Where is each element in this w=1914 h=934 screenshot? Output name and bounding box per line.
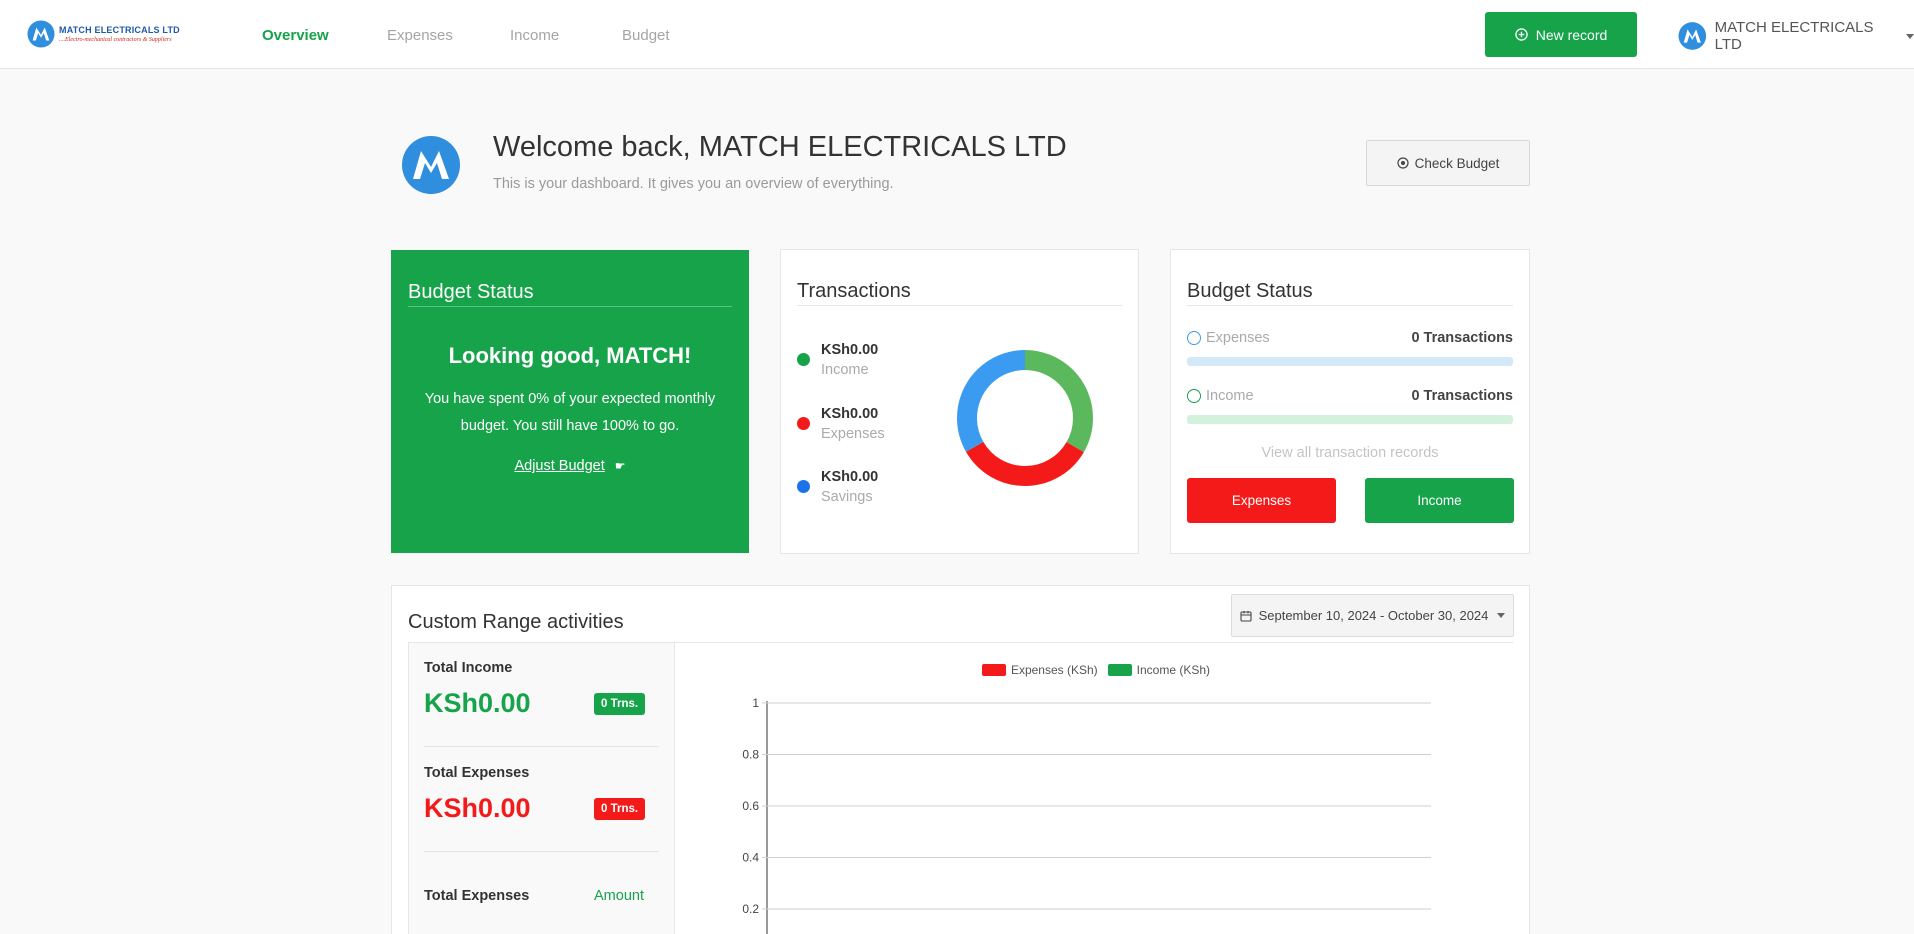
plus-circle-icon (1514, 28, 1528, 41)
expenses-transaction-count: 0 Transactions (1411, 330, 1513, 346)
savings-dot (797, 480, 810, 493)
income-value: KSh0.00 (821, 342, 879, 358)
nav-income[interactable]: Income (510, 27, 559, 44)
chart-plot: 1 0.8 0.6 0.4 0.2 (742, 696, 1431, 934)
total-expenses-label: Total Expenses (424, 765, 530, 781)
card-title: Budget Status (408, 281, 534, 303)
brand-logo-link[interactable]: MATCH ELECTRICALS LTD ....Electro-mechan… (27, 20, 180, 48)
table-header-label: Total Expenses (424, 888, 530, 904)
income-button[interactable]: Income (1365, 478, 1514, 523)
income-progress-bar (1187, 415, 1513, 424)
budget-summary-card: Budget Status Expenses 0 Transactions In… (1170, 249, 1530, 554)
total-income-label: Total Income (424, 660, 513, 676)
adjust-budget-label: Adjust Budget (514, 458, 605, 474)
expenses-dot (797, 417, 810, 430)
transactions-card: Transactions KSh0.00 Income KSh0.00 Expe… (780, 249, 1139, 554)
chevron-down-icon (1906, 33, 1914, 39)
circle-icon (1187, 331, 1201, 345)
new-record-label: New record (1535, 26, 1608, 43)
date-range-value: September 10, 2024 - October 30, 2024 (1258, 608, 1489, 623)
pointing-hand-icon: ☛ (614, 459, 626, 473)
user-menu[interactable]: MATCH ELECTRICALS LTD (1678, 19, 1914, 53)
date-range-picker[interactable]: September 10, 2024 - October 30, 2024 (1231, 594, 1514, 637)
budget-headline: Looking good, MATCH! (448, 343, 692, 368)
expenses-status-label: Expenses (1206, 330, 1270, 346)
calendar-icon (1240, 610, 1252, 622)
section-title: Custom Range activities (408, 611, 624, 633)
expenses-label: Expenses (821, 426, 885, 442)
y-tick-label: 0.4 (742, 851, 759, 865)
expenses-status-row: Expenses 0 Transactions (1187, 330, 1513, 346)
total-income-value: KSh0.00 (424, 688, 531, 718)
page-title: Welcome back, MATCH ELECTRICALS LTD (493, 131, 1067, 163)
divider (424, 851, 659, 852)
card-title: Budget Status (1187, 280, 1313, 302)
page-subtitle: This is your dashboard. It gives you an … (493, 176, 894, 192)
check-budget-button[interactable]: Check Budget (1366, 140, 1530, 186)
company-logo-icon (402, 136, 460, 194)
expenses-legend-item: KSh0.00 Expenses (797, 404, 885, 444)
target-icon (1396, 157, 1409, 169)
user-name: MATCH ELECTRICALS LTD (1714, 19, 1874, 53)
expenses-progress-bar (1187, 357, 1513, 366)
expenses-count-badge: 0 Trns. (594, 798, 646, 820)
avatar (1678, 22, 1707, 50)
total-expenses-value: KSh0.00 (424, 793, 531, 823)
brand-tagline: ....Electro-mechanical contractors & Sup… (59, 36, 172, 43)
expenses-button[interactable]: Expenses (1187, 478, 1336, 523)
y-tick-label: 1 (752, 696, 759, 710)
nav-overview[interactable]: Overview (262, 27, 329, 44)
activity-bar-chart: Expenses (KSh) Income (KSh) 1 0.8 0.6 0.4 0.… (676, 643, 1516, 934)
totals-panel: Total Income KSh0.00 0 Trns. Total Expen… (408, 643, 675, 934)
savings-value: KSh0.00 (821, 469, 879, 485)
nav-expenses[interactable]: Expenses (387, 27, 453, 44)
savings-label: Savings (821, 489, 873, 505)
budget-message: You have spent 0% of your expected month… (424, 391, 716, 434)
income-label: Income (821, 362, 869, 378)
nav-budget[interactable]: Budget (622, 27, 670, 44)
income-dot (797, 353, 810, 366)
view-all-records-link[interactable]: View all transaction records (1171, 445, 1529, 461)
divider (408, 306, 732, 307)
income-status-label: Income (1206, 388, 1254, 404)
y-tick-label: 0.2 (742, 902, 759, 916)
adjust-budget-link[interactable]: Adjust Budget (514, 458, 604, 474)
divider (1187, 305, 1513, 306)
income-count-badge: 0 Trns. (594, 693, 646, 715)
check-budget-label: Check Budget (1414, 155, 1500, 171)
brand-name: MATCH ELECTRICALS LTD (59, 24, 180, 35)
match-logo-icon (27, 20, 55, 48)
divider (424, 746, 659, 747)
y-tick-label: 0.6 (742, 799, 759, 813)
y-tick-label: 0.8 (742, 748, 759, 762)
savings-legend-item: KSh0.00 Savings (797, 467, 878, 507)
budget-status-card: Budget Status Looking good, MATCH! You h… (391, 250, 749, 553)
income-transaction-count: 0 Transactions (1411, 388, 1513, 404)
card-title: Transactions (797, 280, 911, 302)
expenses-value: KSh0.00 (821, 406, 879, 422)
income-legend-item: KSh0.00 Income (797, 340, 878, 380)
top-navbar: MATCH ELECTRICALS LTD ....Electro-mechan… (0, 0, 1914, 69)
transactions-donut-chart (957, 350, 1093, 486)
new-record-button[interactable]: New record (1485, 12, 1637, 57)
custom-range-card: Custom Range activities September 10, 20… (391, 585, 1530, 934)
divider (797, 305, 1122, 306)
circle-icon (1187, 389, 1201, 403)
income-status-row: Income 0 Transactions (1187, 388, 1513, 404)
chevron-down-icon (1497, 613, 1506, 618)
table-header-amount: Amount (594, 888, 644, 904)
